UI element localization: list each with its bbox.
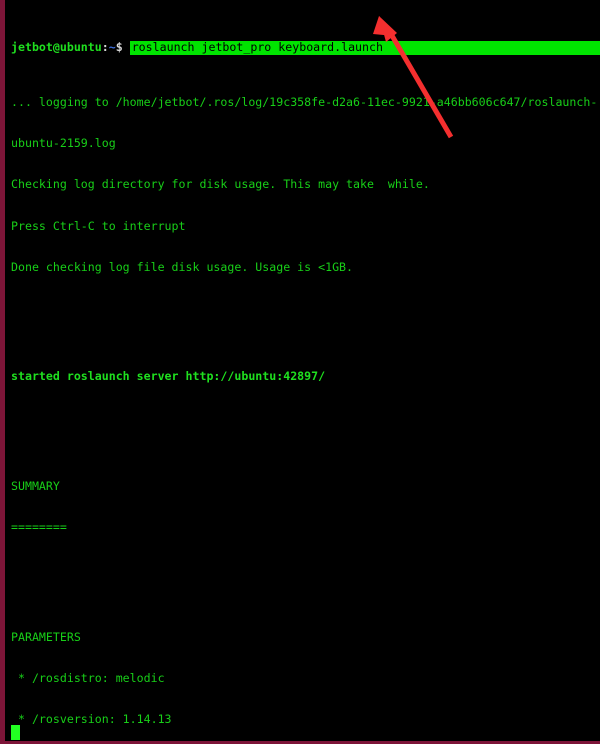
- done-checking-line: Done checking log file disk usage. Usage…: [11, 259, 354, 274]
- log-path-line-1: ... logging to /home/jetbot/.ros/log/19c…: [11, 95, 598, 110]
- prompt-line: jetbot@ubuntu:~$ roslaunch jetbot_pro ke…: [5, 40, 600, 55]
- summary-underline: ========: [11, 520, 67, 535]
- parameter-row: * /rosdistro: melodic: [11, 671, 165, 686]
- summary-heading: SUMMARY: [11, 479, 60, 494]
- terminal-cursor: [11, 725, 20, 740]
- terminal-output-text: jetbot@ubuntu:~$ roslaunch jetbot_pro ke…: [5, 0, 600, 741]
- prompt-colon: :: [101, 40, 109, 55]
- prompt-user-host: jetbot@ubuntu: [11, 40, 102, 55]
- parameters-heading: PARAMETERS: [11, 630, 81, 645]
- prompt-path: ~: [108, 40, 116, 55]
- terminal-screen[interactable]: jetbot@ubuntu:~$ roslaunch jetbot_pro ke…: [5, 0, 600, 741]
- terminal-window: jetbot@ubuntu:~$ roslaunch jetbot_pro ke…: [0, 0, 600, 744]
- parameter-row: * /rosversion: 1.14.13: [11, 712, 172, 727]
- prompt-sigil: $: [115, 40, 123, 55]
- command-input[interactable]: roslaunch jetbot_pro keyboard.launch: [129, 40, 600, 55]
- checking-log-line: Checking log directory for disk usage. T…: [11, 177, 430, 192]
- press-ctrl-c-line: Press Ctrl-C to interrupt: [11, 218, 186, 233]
- log-path-line-2: ubuntu-2159.log: [11, 136, 116, 151]
- started-server-line: started roslaunch server http://ubuntu:4…: [11, 369, 326, 384]
